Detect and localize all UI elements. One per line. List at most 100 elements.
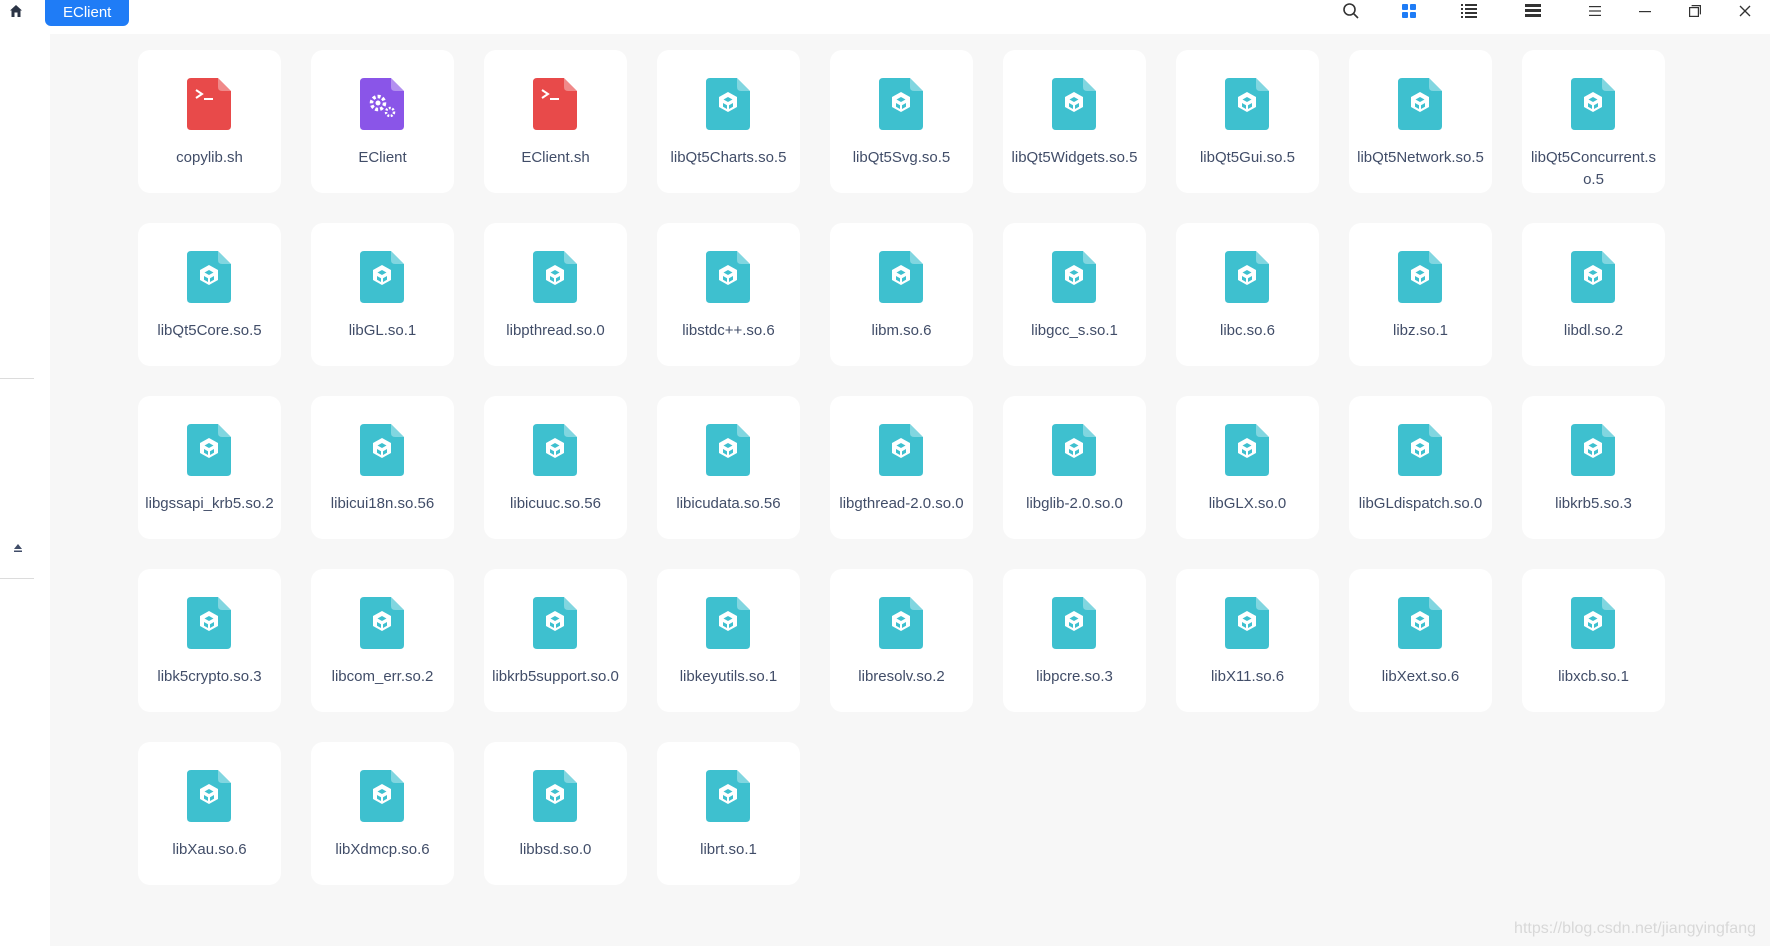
file-tile[interactable]: libicui18n.so.56 [311, 396, 454, 539]
library-file-icon [1571, 78, 1615, 130]
file-name: EClient.sh [521, 149, 590, 166]
file-name: libQt5Gui.so.5 [1199, 149, 1296, 166]
file-tile[interactable]: libkeyutils.so.1 [657, 569, 800, 712]
shell-script-icon [533, 78, 577, 130]
file-tile[interactable]: libicudata.so.56 [657, 396, 800, 539]
file-name: libgcc_s.so.1 [1031, 322, 1118, 339]
executable-icon [360, 78, 404, 130]
sidebar [0, 34, 50, 946]
file-name: libz.so.1 [1392, 322, 1449, 339]
sidebar-divider [0, 378, 34, 379]
file-name: libbsd.so.0 [519, 841, 592, 858]
file-tile[interactable]: libGLdispatch.so.0 [1349, 396, 1492, 539]
file-tile[interactable]: libkrb5.so.3 [1522, 396, 1665, 539]
file-name: libGLdispatch.so.0 [1358, 495, 1483, 512]
library-file-icon [1398, 424, 1442, 476]
minimize-icon[interactable] [1630, 0, 1660, 22]
library-file-icon [879, 78, 923, 130]
library-file-icon [1052, 78, 1096, 130]
library-file-icon [187, 251, 231, 303]
library-file-icon [533, 597, 577, 649]
file-tile[interactable]: libxcb.so.1 [1522, 569, 1665, 712]
home-icon[interactable] [4, 0, 28, 22]
library-file-icon [187, 770, 231, 822]
file-name: libm.so.6 [871, 322, 932, 339]
file-tile[interactable]: libXext.so.6 [1349, 569, 1492, 712]
file-name: libQt5Core.so.5 [157, 322, 262, 339]
file-tile[interactable]: libz.so.1 [1349, 223, 1492, 366]
file-name: copylib.sh [176, 149, 243, 166]
file-tile[interactable]: libQt5Gui.so.5 [1176, 50, 1319, 193]
file-name: libGL.so.1 [348, 322, 417, 339]
library-file-icon [533, 424, 577, 476]
file-tile[interactable]: libcom_err.so.2 [311, 569, 454, 712]
file-tile[interactable]: libGL.so.1 [311, 223, 454, 366]
file-tile[interactable]: libQt5Concurrent.so.5 [1522, 50, 1665, 193]
library-file-icon [1398, 251, 1442, 303]
file-tile[interactable]: libgthread-2.0.so.0 [830, 396, 973, 539]
title-bar: EClient [0, 0, 1770, 34]
file-tile[interactable]: libQt5Core.so.5 [138, 223, 281, 366]
file-name: libicui18n.so.56 [330, 495, 435, 512]
file-tile[interactable]: copylib.sh [138, 50, 281, 193]
file-tile[interactable]: libpcre.so.3 [1003, 569, 1146, 712]
file-name: libpthread.so.0 [506, 322, 605, 339]
search-icon[interactable] [1336, 0, 1366, 22]
menu-icon[interactable] [1580, 0, 1610, 22]
library-file-icon [360, 424, 404, 476]
file-tile[interactable]: libgcc_s.so.1 [1003, 223, 1146, 366]
file-tile[interactable]: libXdmcp.so.6 [311, 742, 454, 885]
file-tile[interactable]: libstdc++.so.6 [657, 223, 800, 366]
file-tile[interactable]: libXau.so.6 [138, 742, 281, 885]
file-name: libkrb5.so.3 [1555, 495, 1632, 512]
library-file-icon [533, 770, 577, 822]
file-tile[interactable]: libGLX.so.0 [1176, 396, 1319, 539]
library-file-icon [879, 251, 923, 303]
library-file-icon [1398, 597, 1442, 649]
restore-icon[interactable] [1680, 0, 1710, 22]
library-file-icon [879, 597, 923, 649]
file-tile[interactable]: EClient.sh [484, 50, 627, 193]
tree-view-icon[interactable] [1518, 0, 1548, 22]
file-name: libQt5Concurrent.so.5 [1530, 149, 1657, 188]
close-icon[interactable] [1730, 0, 1760, 22]
file-tile[interactable]: libQt5Charts.so.5 [657, 50, 800, 193]
file-tile[interactable]: libm.so.6 [830, 223, 973, 366]
file-tile[interactable]: libkrb5support.so.0 [484, 569, 627, 712]
file-tile[interactable]: libpthread.so.0 [484, 223, 627, 366]
library-file-icon [1571, 597, 1615, 649]
icon-view-icon[interactable] [1394, 0, 1424, 22]
file-name: libXau.so.6 [172, 841, 247, 858]
file-name: libkrb5support.so.0 [492, 668, 619, 685]
breadcrumb-current[interactable]: EClient [45, 0, 130, 26]
sidebar-divider [0, 578, 34, 579]
file-name: libc.so.6 [1219, 322, 1276, 339]
file-tile[interactable]: librt.so.1 [657, 742, 800, 885]
file-name: libXdmcp.so.6 [335, 841, 430, 858]
file-tile[interactable]: libbsd.so.0 [484, 742, 627, 885]
file-tile[interactable]: libgssapi_krb5.so.2 [138, 396, 281, 539]
file-tile[interactable]: libQt5Network.so.5 [1349, 50, 1492, 193]
library-file-icon [187, 424, 231, 476]
file-tile[interactable]: libQt5Svg.so.5 [830, 50, 973, 193]
file-tile[interactable]: libk5crypto.so.3 [138, 569, 281, 712]
file-tile[interactable]: libX11.so.6 [1176, 569, 1319, 712]
file-tile[interactable]: libresolv.so.2 [830, 569, 973, 712]
file-name: libstdc++.so.6 [682, 322, 775, 339]
file-name: libresolv.so.2 [858, 668, 945, 685]
file-tile[interactable]: libQt5Widgets.so.5 [1003, 50, 1146, 193]
library-file-icon [1225, 251, 1269, 303]
library-file-icon [360, 770, 404, 822]
file-name: libXext.so.6 [1381, 668, 1460, 685]
list-view-icon[interactable] [1454, 0, 1484, 22]
file-name: libgthread-2.0.so.0 [839, 495, 964, 512]
library-file-icon [879, 424, 923, 476]
file-name: libGLX.so.0 [1208, 495, 1287, 512]
file-tile[interactable]: libdl.so.2 [1522, 223, 1665, 366]
file-tile[interactable]: libglib-2.0.so.0 [1003, 396, 1146, 539]
file-name: libglib-2.0.so.0 [1026, 495, 1123, 512]
file-tile[interactable]: libc.so.6 [1176, 223, 1319, 366]
eject-icon[interactable] [12, 542, 24, 554]
file-tile[interactable]: EClient [311, 50, 454, 193]
file-tile[interactable]: libicuuc.so.56 [484, 396, 627, 539]
